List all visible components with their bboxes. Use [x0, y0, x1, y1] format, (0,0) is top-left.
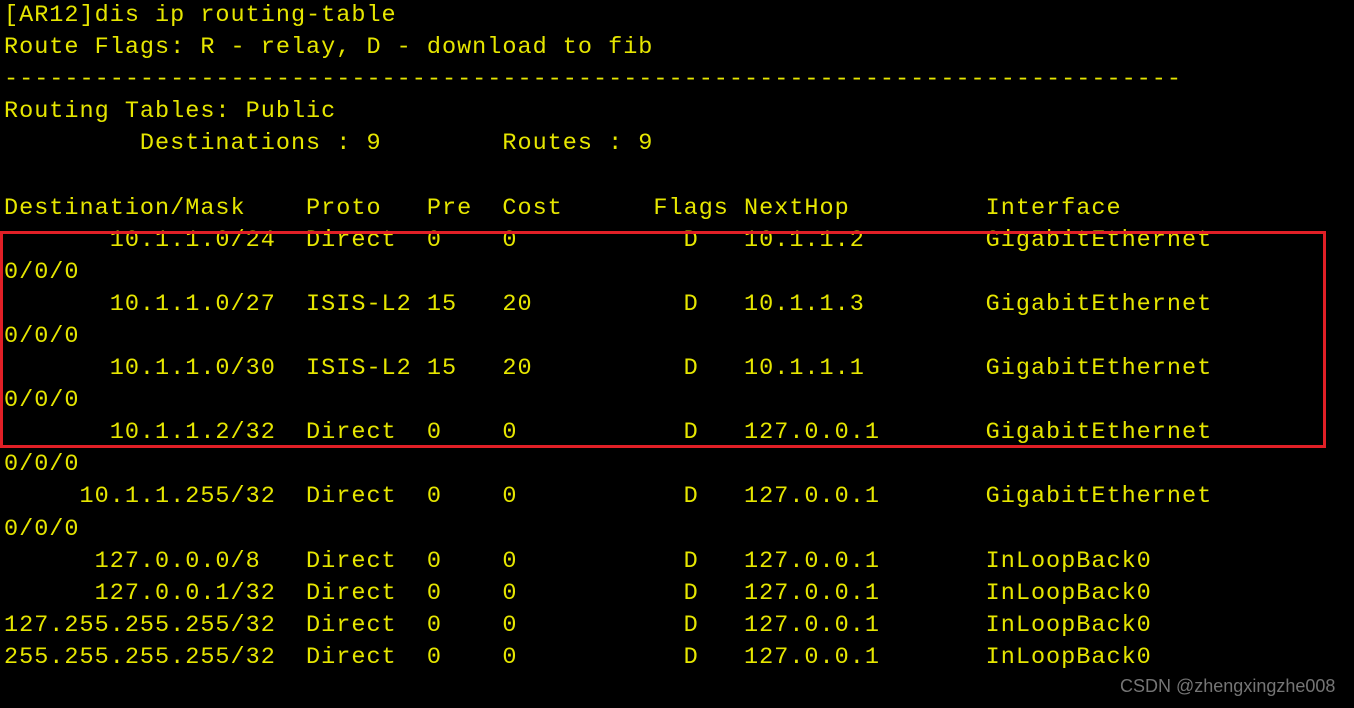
- interface-continuation: 0/0/0: [4, 451, 80, 479]
- table-row: 10.1.1.0/30 ISIS-L2 15 20 D 10.1.1.1 Gig…: [4, 353, 1354, 417]
- separator-line: ----------------------------------------…: [4, 66, 1182, 94]
- route-line: 10.1.1.0/24 Direct 0 0 D 10.1.1.2 Gigabi…: [4, 226, 1213, 254]
- routing-table-body: 10.1.1.0/24 Direct 0 0 D 10.1.1.2 Gigabi…: [4, 225, 1354, 674]
- table-row: 10.1.1.0/27 ISIS-L2 15 20 D 10.1.1.3 Gig…: [4, 289, 1354, 353]
- route-line: 127.0.0.0/8 Direct 0 0 D 127.0.0.1 InLoo…: [4, 547, 1152, 575]
- route-line: 10.1.1.2/32 Direct 0 0 D 127.0.0.1 Gigab…: [4, 419, 1213, 447]
- terminal-window[interactable]: [AR12]dis ip routing-table Route Flags: …: [0, 0, 1354, 708]
- interface-continuation: 0/0/0: [4, 387, 80, 415]
- table-row: 255.255.255.255/32 Direct 0 0 D 127.0.0.…: [4, 642, 1354, 674]
- watermark: CSDN @zhengxingzhe008: [1120, 676, 1336, 696]
- route-flags-line: Route Flags: R - relay, D - download to …: [4, 34, 654, 62]
- table-row: 10.1.1.255/32 Direct 0 0 D 127.0.0.1 Gig…: [4, 481, 1354, 545]
- route-line: 10.1.1.255/32 Direct 0 0 D 127.0.0.1 Gig…: [4, 483, 1213, 511]
- table-row: 127.0.0.0/8 Direct 0 0 D 127.0.0.1 InLoo…: [4, 546, 1354, 578]
- table-row: 10.1.1.0/24 Direct 0 0 D 10.1.1.2 Gigabi…: [4, 225, 1354, 289]
- interface-continuation: 0/0/0: [4, 322, 80, 350]
- route-line: 127.0.0.1/32 Direct 0 0 D 127.0.0.1 InLo…: [4, 579, 1152, 607]
- table-row: 127.255.255.255/32 Direct 0 0 D 127.0.0.…: [4, 610, 1354, 642]
- table-header: Destination/Mask Proto Pre Cost Flags Ne…: [4, 194, 1122, 222]
- route-line: 10.1.1.0/30 ISIS-L2 15 20 D 10.1.1.1 Gig…: [4, 355, 1213, 383]
- command-line: [AR12]dis ip routing-table: [4, 2, 397, 29]
- routing-tables-line: Routing Tables: Public: [4, 98, 337, 126]
- summary-line: Destinations : 9 Routes : 9: [4, 130, 654, 158]
- table-row: 10.1.1.2/32 Direct 0 0 D 127.0.0.1 Gigab…: [4, 417, 1354, 481]
- table-row: 127.0.0.1/32 Direct 0 0 D 127.0.0.1 InLo…: [4, 578, 1354, 610]
- route-line: 127.255.255.255/32 Direct 0 0 D 127.0.0.…: [4, 611, 1152, 639]
- interface-continuation: 0/0/0: [4, 515, 80, 543]
- route-line: 10.1.1.0/27 ISIS-L2 15 20 D 10.1.1.3 Gig…: [4, 290, 1213, 318]
- route-line: 255.255.255.255/32 Direct 0 0 D 127.0.0.…: [4, 643, 1152, 671]
- interface-continuation: 0/0/0: [4, 258, 80, 286]
